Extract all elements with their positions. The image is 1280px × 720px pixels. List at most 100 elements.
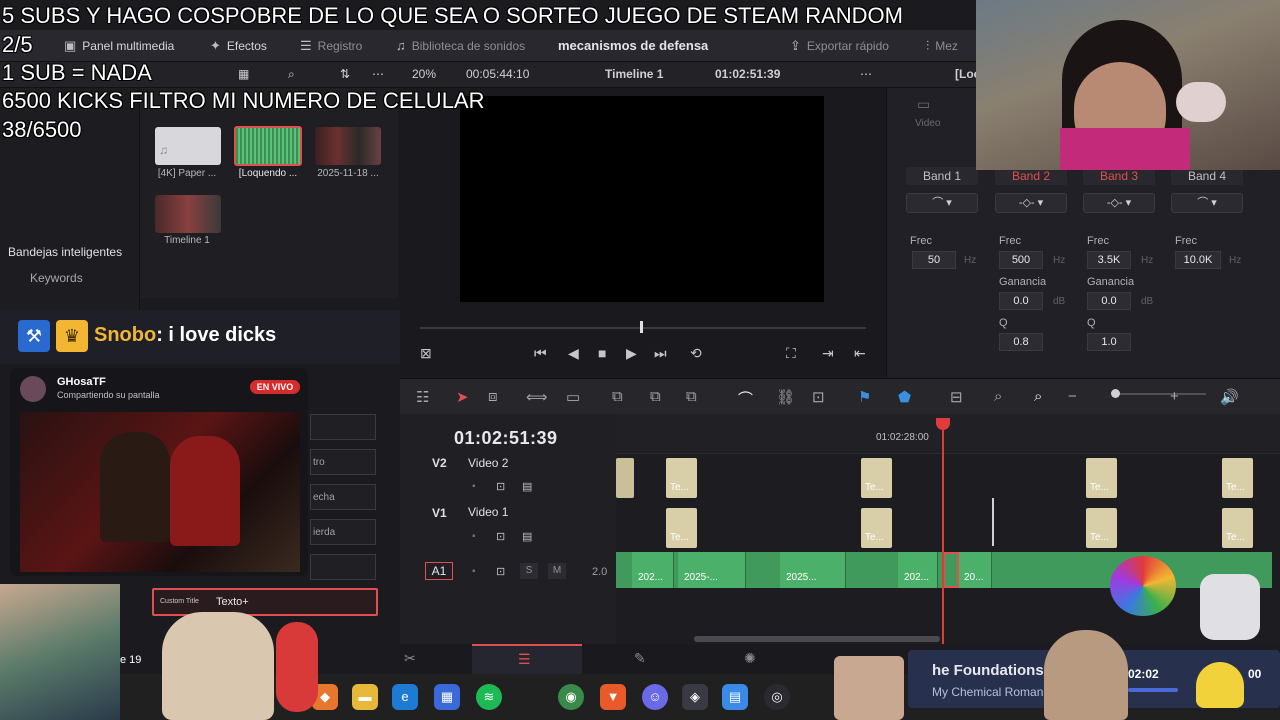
zoom-dropdown[interactable]: 20%	[412, 67, 436, 81]
search-icon[interactable]: ⌕	[288, 67, 295, 82]
side-panel-item[interactable]: echa	[310, 484, 376, 510]
band-3-q-field[interactable]: 1.0	[1087, 333, 1131, 351]
playhead[interactable]	[942, 418, 944, 644]
zoom-slider-track[interactable]	[1112, 393, 1206, 395]
track-lock-icon[interactable]: ▪	[472, 481, 476, 492]
notepad-icon[interactable]: ▤	[722, 684, 748, 710]
sort-icon[interactable]: ⇅	[340, 67, 350, 81]
log-button[interactable]: ☰ Registro	[300, 38, 362, 54]
blade-tool-icon[interactable]: ▭	[566, 388, 580, 406]
track-lock-icon[interactable]: ▪	[472, 566, 476, 577]
timeline-tracks[interactable]	[616, 454, 1280, 644]
custom-title-item[interactable]: Custom Title Texto+	[152, 588, 378, 616]
clip-thumbnail-selected[interactable]	[234, 126, 302, 166]
selected-audio-clip[interactable]	[943, 552, 959, 588]
video-tab-icon[interactable]: ▭	[917, 96, 930, 113]
spotify-icon[interactable]: ≋	[476, 684, 502, 710]
marker-icon[interactable]: ⬟	[898, 388, 911, 406]
fusion-page-icon[interactable]: ✎	[634, 650, 646, 667]
zoom-custom-icon[interactable]: ⌕	[1034, 388, 1042, 405]
video-clip[interactable]: Te...	[1222, 508, 1253, 548]
solo-button[interactable]: S	[520, 563, 538, 579]
video-clip[interactable]: Te...	[1222, 458, 1253, 498]
layout-icon[interactable]: ☷	[416, 388, 429, 406]
sound-library-button[interactable]: ♫ Biblioteca de sonidos	[396, 38, 525, 53]
auto-select-icon[interactable]: ⊡	[496, 530, 505, 543]
scrubber-handle[interactable]	[640, 321, 643, 333]
track-v1-name[interactable]: Video 1	[468, 505, 508, 519]
video-clip[interactable]: Te...	[666, 508, 697, 548]
edge-icon[interactable]: e	[392, 684, 418, 710]
video-clip[interactable]	[616, 458, 634, 498]
prev-edit-icon[interactable]: ⇤	[854, 345, 866, 362]
side-panel-item[interactable]: tro	[310, 449, 376, 475]
band-1-freq-field[interactable]: 50	[912, 251, 956, 269]
auto-select-icon[interactable]: ⊡	[496, 480, 505, 493]
audio-clip[interactable]: 2025-...	[678, 552, 746, 588]
track-enable-icon[interactable]: ▤	[522, 530, 532, 543]
video-clip[interactable]: Te...	[1086, 458, 1117, 498]
track-a1-id[interactable]: A1	[425, 562, 453, 580]
flag-icon[interactable]: ⚑	[858, 388, 871, 406]
obs-icon[interactable]: ◎	[764, 684, 790, 710]
discord-icon[interactable]: ☺	[642, 684, 668, 710]
davinci-icon[interactable]: ◈	[682, 684, 708, 710]
band-4-shape-dropdown[interactable]: ⌒ ▾	[1171, 193, 1243, 213]
brave-icon[interactable]: ▼	[600, 684, 626, 710]
snapping-icon[interactable]: ⌒	[738, 388, 753, 409]
file-explorer-icon[interactable]: ▬	[352, 684, 378, 710]
dynamic-trim-icon[interactable]: ⟺	[526, 388, 548, 406]
band-2-q-field[interactable]: 0.8	[999, 333, 1043, 351]
skip-start-icon[interactable]: ⏮	[534, 345, 547, 362]
loop-icon[interactable]: ⟲	[690, 345, 702, 362]
band-3-gain-field[interactable]: 0.0	[1087, 292, 1131, 310]
edit-page-tab[interactable]: ☰	[472, 644, 582, 674]
track-enable-icon[interactable]: ▤	[522, 480, 532, 493]
chrome-icon[interactable]: ◉	[558, 684, 584, 710]
band-1-tab[interactable]: Band 1	[906, 167, 978, 185]
band-2-shape-dropdown[interactable]: -◇- ▾	[995, 193, 1067, 213]
effects-button[interactable]: ✦ Efectos	[210, 38, 267, 54]
store-icon[interactable]: ▦	[434, 684, 460, 710]
audio-clip[interactable]: 2025...	[780, 552, 846, 588]
lock-icon[interactable]: ⊡	[812, 388, 825, 406]
zoom-in-icon[interactable]: +	[1170, 388, 1179, 405]
fullscreen-icon[interactable]: ⛶	[786, 345, 796, 362]
replace-clip-icon[interactable]: ⧉	[686, 388, 697, 405]
crop-icon[interactable]: ⊠	[420, 345, 432, 362]
band-3-freq-field[interactable]: 3.5K	[1087, 251, 1131, 269]
cut-page-icon[interactable]: ✂	[404, 650, 416, 667]
band-3-shape-dropdown[interactable]: -◇- ▾	[1083, 193, 1155, 213]
next-edit-icon[interactable]: ⇥	[822, 345, 834, 362]
link-icon[interactable]: ⛓	[776, 388, 795, 406]
video-clip[interactable]: Te...	[1086, 508, 1117, 548]
keywords-bin[interactable]: Keywords	[30, 271, 83, 285]
side-panel-item[interactable]	[310, 554, 376, 580]
play-icon[interactable]: ▶	[626, 345, 637, 362]
timeline-scrollbar[interactable]	[694, 636, 940, 642]
zoom-full-icon[interactable]: ⊟	[950, 388, 963, 406]
timeline-thumbnail[interactable]	[155, 195, 221, 233]
clip-thumbnail[interactable]	[315, 127, 381, 165]
band-2-freq-field[interactable]: 500	[999, 251, 1043, 269]
zoom-out-icon[interactable]: −	[1068, 388, 1077, 405]
selection-tool-icon[interactable]: ➤	[456, 388, 469, 406]
track-v2-name[interactable]: Video 2	[468, 456, 508, 470]
media-panel-button[interactable]: ▣ Panel multimedia	[64, 38, 174, 54]
band-2-gain-field[interactable]: 0.0	[999, 292, 1043, 310]
video-tab-label[interactable]: Video	[915, 118, 940, 129]
grid-view-icon[interactable]: ▦	[238, 67, 249, 81]
video-preview[interactable]	[460, 96, 824, 302]
timeline-selector[interactable]: Timeline 1	[605, 67, 663, 81]
zoom-slider-handle[interactable]	[1111, 389, 1120, 398]
overwrite-clip-icon[interactable]: ⧉	[650, 388, 661, 405]
side-panel-item[interactable]	[310, 414, 376, 440]
quick-export-button[interactable]: ⇪ Exportar rápido	[790, 38, 889, 54]
audio-clip[interactable]: 202...	[898, 552, 938, 588]
mute-button[interactable]: M	[548, 563, 566, 579]
band-4-freq-field[interactable]: 10.0K	[1175, 251, 1221, 269]
video-clip[interactable]: Te...	[666, 458, 697, 498]
clip-thumbnail[interactable]: ♫	[155, 127, 221, 165]
play-reverse-icon[interactable]: ◀	[568, 345, 579, 362]
more-options-icon[interactable]: ⋯	[372, 67, 384, 81]
